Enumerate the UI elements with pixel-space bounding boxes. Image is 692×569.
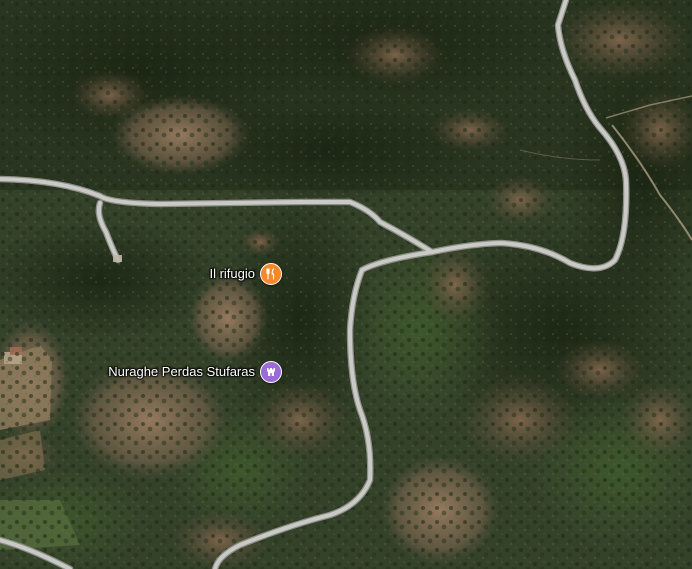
tower-icon[interactable] xyxy=(260,361,282,383)
satellite-map[interactable]: Il rifugio Nuraghe Perdas Stufaras xyxy=(0,0,692,569)
poi-nuraghe-perdas-stufaras[interactable]: Nuraghe Perdas Stufaras xyxy=(108,361,282,383)
poi-il-rifugio[interactable]: Il rifugio xyxy=(209,263,282,285)
poi-label[interactable]: Nuraghe Perdas Stufaras xyxy=(108,364,255,380)
fork-knife-icon[interactable] xyxy=(260,263,282,285)
satellite-imagery xyxy=(0,0,692,569)
poi-label[interactable]: Il rifugio xyxy=(209,266,255,282)
